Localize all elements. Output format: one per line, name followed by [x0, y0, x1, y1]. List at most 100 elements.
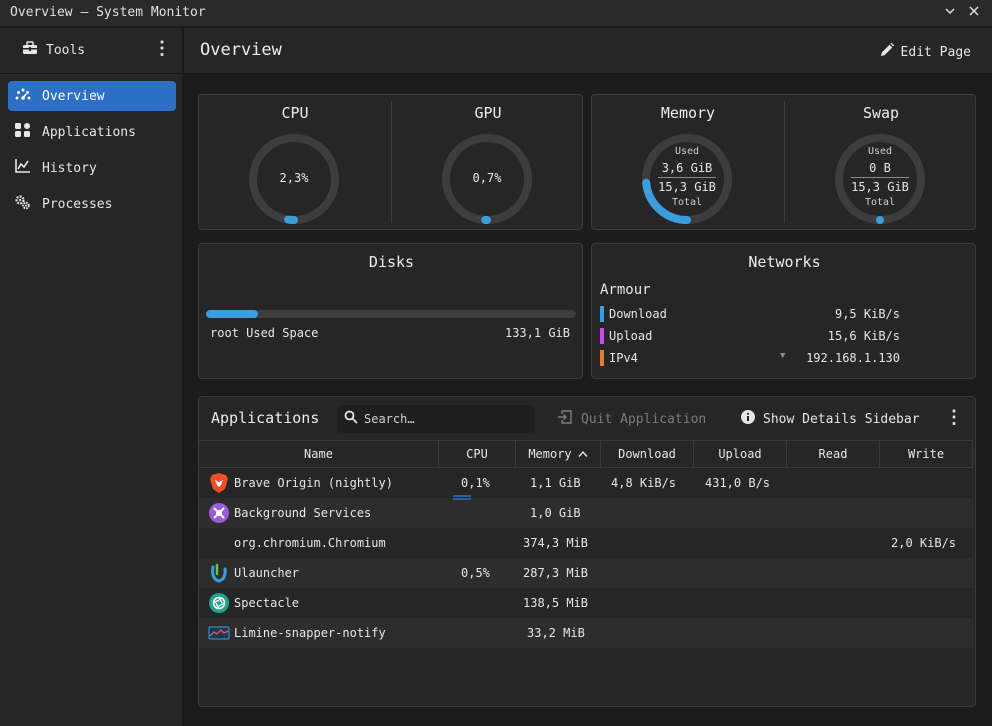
gpu-title: GPU [474, 104, 502, 122]
sidebar-menu-kebab-icon[interactable]: ⋮ [153, 40, 171, 60]
memory-total-value: 15,3 GiB [658, 180, 716, 194]
column-header-download[interactable]: Download [601, 440, 694, 468]
sidebar-item-processes[interactable]: Processes [8, 189, 176, 219]
gears-icon [14, 194, 32, 214]
cpu-gpu-card: CPU 2,3% GPU 0,7% [198, 94, 583, 230]
table-row[interactable]: Background Services 1,0 GiB [199, 498, 973, 528]
network-row-upload: Upload 15,6 KiB/s [600, 328, 900, 346]
app-name: Brave Origin (nightly) [234, 476, 393, 490]
sidebar-item-label: History [42, 160, 97, 176]
column-header-write[interactable]: Write [880, 440, 973, 468]
memory-title: Memory [660, 104, 716, 122]
column-header-name[interactable]: Name [199, 440, 439, 468]
sidebar-item-label: Overview [42, 88, 105, 104]
exit-icon [557, 410, 573, 428]
memory-total-label: Total [671, 197, 703, 208]
column-header-label: Read [818, 447, 848, 461]
column-header-label: CPU [466, 447, 488, 461]
ipv4-swatch [600, 350, 604, 366]
app-memory: 374,3 MiB [523, 536, 589, 550]
app-memory: 287,3 MiB [523, 566, 589, 580]
table-row[interactable]: Limine-snapper-notify 33,2 MiB [199, 618, 973, 648]
chart-icon [14, 158, 32, 178]
table-row[interactable]: Brave Origin (nightly) 0,1% 1,1 GiB 4,8 … [199, 468, 973, 498]
sidebar: Tools ⋮ Overview Applications History Pr… [0, 28, 183, 726]
column-header-label: Upload [718, 447, 762, 461]
network-row-download: Download 9,5 KiB/s [600, 306, 900, 324]
cpu-usage-indicator [453, 495, 471, 497]
close-icon[interactable] [964, 3, 984, 23]
app-memory: 1,1 GiB [530, 476, 581, 490]
app-write: 2,0 KiB/s [891, 536, 957, 550]
applications-card: Applications Quit Application Show Detai… [198, 396, 976, 707]
sidebar-item-applications[interactable]: Applications [8, 117, 176, 147]
applications-title: Applications [211, 409, 320, 427]
disk-value: 133,1 GiB [504, 326, 570, 340]
upload-swatch [600, 328, 604, 344]
swap-fraction-line [851, 177, 909, 178]
disks-title: Disks [368, 253, 415, 271]
table-row[interactable]: Ulauncher 0,5% 287,3 MiB [199, 558, 973, 588]
download-swatch [600, 306, 604, 322]
cpu-usage-indicator [453, 498, 471, 500]
column-header-label: Download [618, 447, 676, 461]
disks-card: Disks root Used Space 133,1 GiB [198, 243, 583, 379]
cpu-value: 2,3% [279, 171, 309, 185]
disk-usage-fill [206, 310, 258, 318]
app-cpu: 0,5% [461, 566, 490, 580]
title-bar: Overview — System Monitor [0, 0, 992, 27]
network-row-value: 192.168.1.130 [806, 351, 900, 365]
gpu-value: 0,7% [472, 171, 502, 185]
app-name: Background Services [234, 506, 372, 520]
app-name: Spectacle [234, 596, 300, 610]
grid-icon [14, 122, 32, 142]
sidebar-item-history[interactable]: History [8, 153, 176, 183]
column-header-read[interactable]: Read [787, 440, 880, 468]
table-row[interactable]: Spectacle 138,5 MiB [199, 588, 973, 618]
memory-fraction-line [658, 177, 716, 178]
column-header-memory[interactable]: Memory [516, 440, 601, 468]
column-header-label: Write [907, 447, 945, 461]
networks-title: Networks [748, 253, 821, 271]
sidebar-header: Tools ⋮ [0, 28, 183, 74]
applications-menu-kebab-icon[interactable]: ⋮ [945, 409, 963, 429]
tools-button[interactable]: Tools [22, 41, 85, 59]
search-icon [344, 410, 358, 428]
memory-swap-card: Memory Used 3,6 GiB 15,3 GiB Total Swap … [591, 94, 976, 230]
app-cpu: 0,1% [461, 476, 490, 490]
sidebar-item-label: Applications [42, 124, 136, 140]
snapper-chart-icon [208, 626, 230, 640]
quit-application-button[interactable]: Quit Application [557, 410, 706, 428]
networks-card: Networks Armour Download 9,5 KiB/s Uploa… [591, 243, 976, 379]
page-title: Overview [200, 40, 282, 60]
sidebar-item-overview[interactable]: Overview [8, 81, 176, 111]
quit-application-label: Quit Application [581, 411, 707, 427]
app-download: 4,8 KiB/s [611, 476, 677, 490]
show-details-label: Show Details Sidebar [763, 411, 920, 427]
sidebar-item-label: Processes [42, 196, 113, 212]
column-header-cpu[interactable]: CPU [439, 440, 516, 468]
edit-page-button[interactable]: Edit Page [879, 42, 971, 62]
column-header-label: Name [304, 447, 333, 461]
swap-total-label: Total [864, 197, 896, 208]
tools-label: Tools [46, 42, 86, 58]
memory-used-label: Used [674, 146, 700, 157]
table-row[interactable]: org.chromium.Chromium 374,3 MiB 2,0 KiB/… [199, 528, 973, 558]
ip-dropdown-icon[interactable]: ▼ [780, 351, 785, 361]
network-row-label: IPv4 [609, 351, 638, 365]
network-row-value: 9,5 KiB/s [834, 307, 900, 321]
toolbox-icon [22, 41, 38, 59]
window-title: Overview — System Monitor [10, 5, 206, 20]
column-header-upload[interactable]: Upload [694, 440, 787, 468]
app-memory: 1,0 GiB [530, 506, 581, 520]
network-row-ipv4: IPv4 ▼ 192.168.1.130 [600, 350, 900, 368]
swap-title: Swap [862, 104, 900, 122]
main-content: Overview Edit Page CPU 2,3% GPU 0,7% Mem… [184, 28, 992, 726]
disk-usage-bar [206, 310, 576, 318]
show-details-sidebar-button[interactable]: Show Details Sidebar [741, 410, 920, 428]
pencil-icon [879, 42, 895, 62]
minimize-chevron-icon[interactable] [940, 3, 960, 23]
search-box[interactable] [337, 405, 535, 433]
search-input[interactable] [364, 412, 524, 426]
spectacle-aperture-icon [209, 593, 229, 613]
